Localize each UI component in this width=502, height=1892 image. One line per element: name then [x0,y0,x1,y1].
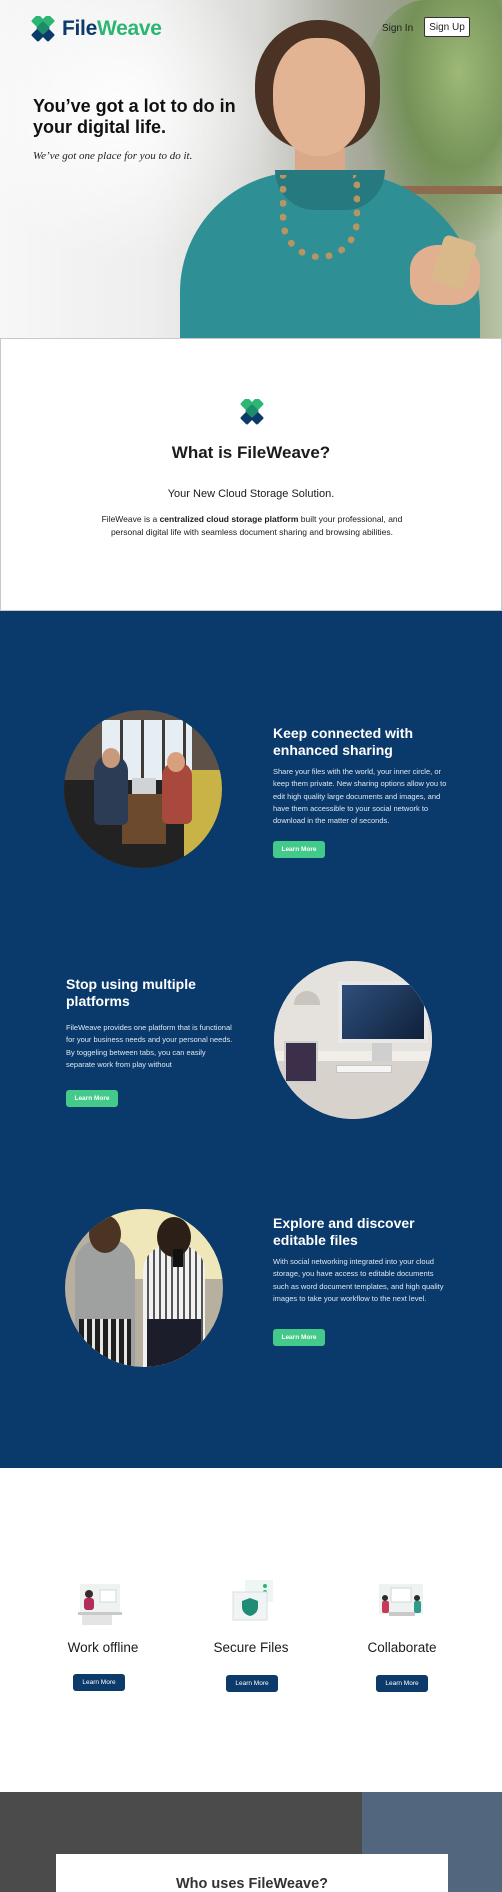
features-section: Keep connected with enhanced sharing Sha… [0,611,502,1468]
service-title-work-offline: Work offline [67,1640,139,1655]
service-title-secure-files: Secure Files [213,1640,289,1655]
who-uses-section: Who uses FileWeave? [0,1792,502,1892]
sign-up-button[interactable]: Sign Up [424,17,470,37]
sign-in-button[interactable]: Sign In [376,18,419,38]
learn-more-collaborate-button[interactable]: Learn More [376,1675,428,1692]
learn-more-platforms-button[interactable]: Learn More [66,1090,118,1107]
fileweave-logo-icon [30,16,56,42]
about-title: What is FileWeave? [171,443,331,462]
about-section: What is FileWeave? Your New Cloud Storag… [0,338,502,611]
learn-more-sharing-button[interactable]: Learn More [273,841,325,858]
service-title-collaborate: Collaborate [367,1640,437,1655]
hero-subtitle: We’ve got one place for you to do it. [33,150,193,162]
learn-more-offline-button[interactable]: Learn More [73,1674,125,1691]
feature-title-explore: Explore and discover editable files [273,1215,415,1248]
feature-photo-friends [65,1209,223,1367]
about-subtitle: Your New Cloud Storage Solution. [167,488,335,500]
services-section: Work offline Learn More Secure Files Lea… [0,1468,502,1792]
feature-text-sharing: Share your files with the world, your in… [273,767,447,826]
about-description-highlight: centralized cloud storage platform [159,514,299,524]
hero-photo-woman-with-phone [175,0,502,338]
feature-title-platforms: Stop using multiple platforms [66,976,196,1009]
who-uses-card: Who uses FileWeave? [56,1854,448,1892]
feature-text-platforms: FileWeave provides one platform that is … [66,1023,233,1069]
fileweave-logo-icon [239,399,265,425]
brand-logo[interactable]: FileWeave [30,16,162,42]
who-uses-title: Who uses FileWeave? [175,1876,329,1892]
learn-more-explore-button[interactable]: Learn More [273,1329,325,1346]
feature-photo-desk [274,961,432,1119]
feature-photo-meeting [64,710,222,868]
feature-title-sharing: Keep connected with enhanced sharing [273,725,414,758]
hero-title: You’ve got a lot to do in your digital l… [33,96,236,137]
collaborate-icon [379,1584,423,1616]
learn-more-secure-button[interactable]: Learn More [226,1675,278,1692]
brand-name: FileWeave [62,17,162,40]
hero-section: FileWeave Sign In Sign Up You’ve got a l… [0,0,502,338]
secure-files-icon [232,1580,273,1621]
offline-work-icon [78,1584,122,1625]
feature-text-explore: With social networking integrated into y… [273,1257,444,1303]
about-description: FileWeave is a centralized cloud storage… [101,514,403,537]
